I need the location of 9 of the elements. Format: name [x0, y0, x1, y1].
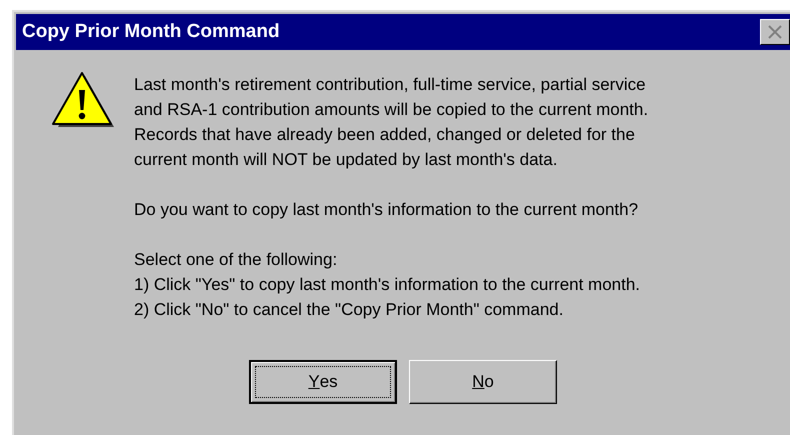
- dialog-button[interactable]: No: [409, 360, 557, 404]
- close-icon: [767, 25, 783, 39]
- warning-icon: [50, 70, 114, 128]
- dialog-button[interactable]: Yes: [249, 360, 397, 404]
- message-text: Last month's retirement contribution, full-time service, partial service and RSA-1 contribution amounts will be copied to the current month. Records that have already been added, changed or deleted for the current month will NOT be updated by last month's data.: [134, 74, 648, 171]
- close-button[interactable]: [760, 19, 790, 45]
- window-title: Copy Prior Month Command: [22, 20, 280, 44]
- message-text: Do you want to copy last month's information to the current month?: [134, 199, 640, 221]
- message-text: Select one of the following: 1) Click "Yes" to copy last month's information to the current month. 2) Click "No" to cancel the "Copy Prior Month" command.: [134, 249, 642, 321]
